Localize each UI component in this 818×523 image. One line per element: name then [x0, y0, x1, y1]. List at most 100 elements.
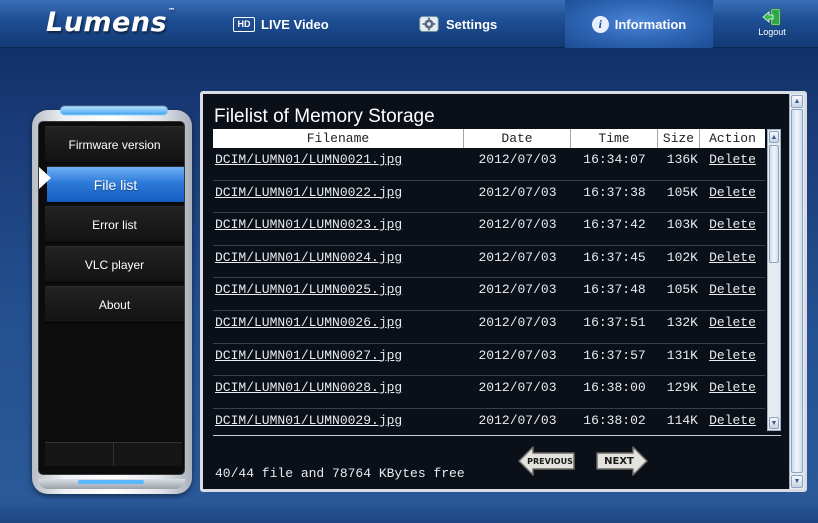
nav-live-video[interactable]: HD LIVE Video	[233, 0, 329, 48]
file-date: 2012/07/03	[478, 152, 557, 167]
table-header: Filename Date Time Size Action	[213, 129, 765, 148]
file-size: 102K	[666, 249, 698, 265]
file-date: 2012/07/03	[478, 282, 557, 298]
active-pointer-icon	[39, 167, 51, 189]
file-link[interactable]: DCIM/LUMN01/LUMN0022.jpg	[213, 181, 464, 200]
logout-button[interactable]: Logout	[752, 8, 792, 37]
file-date: 2012/07/03	[478, 249, 557, 265]
sidebar-item-label: VLC player	[84, 257, 145, 272]
panel-scroll-thumb[interactable]	[791, 109, 803, 473]
scroll-down-icon[interactable]: ▼	[769, 417, 779, 429]
sidebar-bottom-right	[114, 443, 182, 466]
file-date: 2012/07/03	[478, 412, 557, 428]
scroll-up-icon[interactable]: ▲	[769, 131, 779, 143]
delete-link[interactable]: Delete	[700, 148, 765, 167]
file-link[interactable]: DCIM/LUMN01/LUMN0023.jpg	[213, 213, 464, 232]
file-date: 2012/07/03	[478, 380, 557, 396]
delete-link[interactable]: Delete	[700, 181, 765, 200]
nav-settings-label: Settings	[446, 16, 498, 32]
top-nav-bar: Lumens™ HD LIVE Video Settings i Informa…	[0, 0, 818, 48]
scroll-down-icon[interactable]: ▼	[791, 475, 803, 488]
delete-link[interactable]: Delete	[700, 246, 765, 265]
sidebar-item-firmware-version[interactable]: Firmware version	[45, 126, 184, 163]
table-row: DCIM/LUMN01/LUMN0022.jpg 2012/07/03 16:3…	[213, 181, 765, 214]
sidebar-item-label: About	[98, 297, 131, 312]
file-time: 16:34:07	[583, 152, 646, 167]
sidebar-item-file-list[interactable]: File list	[47, 166, 184, 203]
logout-label: Logout	[758, 27, 786, 37]
lumens-logo: Lumens™	[46, 7, 176, 38]
hd-icon: HD	[233, 16, 255, 32]
file-size: 132K	[666, 314, 698, 330]
delete-link[interactable]: Delete	[700, 376, 765, 395]
sidebar-menu: Firmware version File list Error list VL…	[38, 121, 185, 475]
file-link[interactable]: DCIM/LUMN01/LUMN0021.jpg	[213, 148, 464, 167]
file-size: 131K	[666, 347, 698, 363]
sidebar-bottom-left	[45, 443, 114, 466]
file-link[interactable]: DCIM/LUMN01/LUMN0026.jpg	[213, 311, 464, 330]
file-date: 2012/07/03	[478, 217, 557, 233]
file-date: 2012/07/03	[478, 314, 557, 330]
file-time: 16:37:45	[583, 249, 646, 265]
file-size: 114K	[666, 412, 698, 428]
file-size: 136K	[666, 152, 698, 167]
file-link[interactable]: DCIM/LUMN01/LUMN0025.jpg	[213, 278, 464, 297]
next-label: NEXT	[604, 455, 634, 467]
file-time: 16:37:48	[583, 282, 646, 298]
delete-link[interactable]: Delete	[700, 409, 765, 428]
nav-live-video-label: LIVE Video	[261, 16, 329, 32]
file-date: 2012/07/03	[478, 347, 557, 363]
file-size: 105K	[666, 184, 698, 200]
delete-link[interactable]: Delete	[700, 344, 765, 363]
scroll-up-icon[interactable]: ▲	[791, 95, 803, 108]
table-row: DCIM/LUMN01/LUMN0024.jpg 2012/07/03 16:3…	[213, 246, 765, 279]
table-row: DCIM/LUMN01/LUMN0023.jpg 2012/07/03 16:3…	[213, 213, 765, 246]
column-header-action: Action	[709, 131, 756, 146]
sidebar-item-error-list[interactable]: Error list	[45, 206, 184, 243]
sidebar-base-glow	[78, 480, 144, 484]
file-time: 16:38:00	[583, 380, 646, 396]
sidebar-item-vlc-player[interactable]: VLC player	[45, 246, 184, 283]
table-scrollbar[interactable]: ▲ ▼	[767, 129, 781, 431]
panel-scrollbar[interactable]: ▲ ▼	[789, 94, 804, 489]
file-size: 105K	[666, 282, 698, 298]
file-link[interactable]: DCIM/LUMN01/LUMN0028.jpg	[213, 376, 464, 395]
table-scroll-thumb[interactable]	[769, 145, 779, 263]
gear-icon	[419, 16, 439, 32]
delete-link[interactable]: Delete	[700, 213, 765, 232]
footer-background	[0, 500, 818, 523]
next-button[interactable]: NEXT	[595, 444, 649, 478]
table-row: DCIM/LUMN01/LUMN0026.jpg 2012/07/03 16:3…	[213, 311, 765, 344]
nav-information-label: Information	[614, 16, 687, 32]
table-row: DCIM/LUMN01/LUMN0027.jpg 2012/07/03 16:3…	[213, 344, 765, 377]
file-link[interactable]: DCIM/LUMN01/LUMN0024.jpg	[213, 246, 464, 265]
file-list-panel: Filelist of Memory Storage Filename Date…	[200, 91, 807, 492]
file-time: 16:37:51	[583, 314, 646, 330]
file-time: 16:37:57	[583, 347, 646, 363]
sidebar-top-glow	[60, 106, 168, 115]
sidebar-item-about[interactable]: About	[45, 286, 184, 323]
file-size: 103K	[666, 217, 698, 233]
column-header-date: Date	[464, 129, 571, 148]
file-date: 2012/07/03	[478, 184, 557, 200]
sidebar-item-label: Firmware version	[68, 137, 161, 152]
table-row: DCIM/LUMN01/LUMN0028.jpg 2012/07/03 16:3…	[213, 376, 765, 409]
table-row: DCIM/LUMN01/LUMN0029.jpg 2012/07/03 16:3…	[213, 409, 765, 435]
sidebar-bottom-buttons	[45, 442, 182, 466]
page-title: Filelist of Memory Storage	[214, 106, 435, 127]
delete-link[interactable]: Delete	[700, 278, 765, 297]
file-size: 129K	[666, 380, 698, 396]
file-link[interactable]: DCIM/LUMN01/LUMN0029.jpg	[213, 409, 464, 428]
file-link[interactable]: DCIM/LUMN01/LUMN0027.jpg	[213, 344, 464, 363]
previous-button[interactable]: PREVIOUS	[517, 444, 577, 478]
nav-settings[interactable]: Settings	[418, 0, 497, 48]
file-time: 16:38:02	[583, 412, 646, 428]
column-header-filename: Filename	[213, 129, 464, 148]
divider	[213, 435, 781, 436]
sidebar-item-label: File list	[93, 176, 138, 193]
storage-status: 40/44 file and 78764 KBytes free	[215, 466, 465, 481]
sidebar-item-label: Error list	[92, 217, 137, 232]
logout-icon	[762, 8, 781, 26]
nav-information[interactable]: i Information	[565, 0, 713, 48]
delete-link[interactable]: Delete	[700, 311, 765, 330]
